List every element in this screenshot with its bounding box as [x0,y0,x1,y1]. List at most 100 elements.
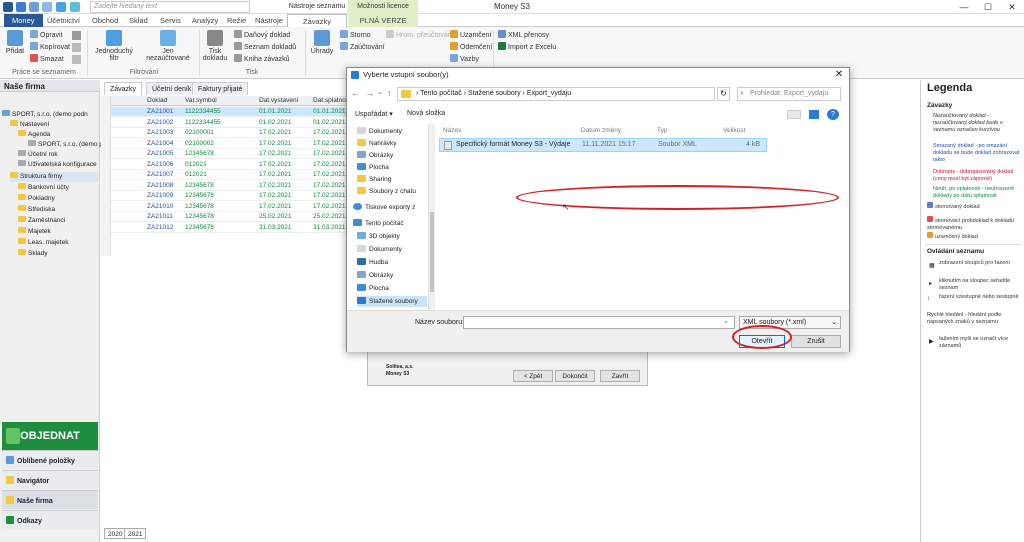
column-header-modified[interactable]: Datum změny [581,127,621,134]
table-row[interactable]: ZA21005 12345678 17.02.2021 17.02.2021 [111,149,361,159]
wizard-finish-button[interactable]: Dokončit [555,370,595,382]
tab-ucetnictvi[interactable]: Účetnictví [42,14,85,27]
breadcrumb-this-pc[interactable]: Tento počítač [420,90,462,97]
order-button[interactable]: OBJEDNAT [2,422,98,451]
column-header-name[interactable]: Název [443,127,461,134]
table-row[interactable]: ZA21006 012021 17.02.2021 17.02.2021 [111,160,361,170]
tab-obchod[interactable]: Obchod [87,14,123,27]
add-button[interactable]: Přidat [4,30,26,55]
table-row[interactable]: ZA21002 1122334455 01.02.2021 01.02.2021 [111,118,361,128]
breadcrumb-export[interactable]: Export_vydaju [527,90,571,97]
tab-analyzy[interactable]: Analýzy [187,14,223,27]
tab-sklad[interactable]: Sklad [124,14,153,27]
table-row[interactable]: ZA21008 12345678 17.02.2021 17.02.2021 [111,181,361,191]
storno-button[interactable]: Storno [340,30,371,40]
file-name-input[interactable] [463,316,735,329]
organize-button[interactable]: Uspořádat ▾ [355,110,393,118]
column-header-size[interactable]: Velikost [723,127,745,134]
quick-search-input[interactable]: Zadejte hledaný text [90,1,250,13]
tab-received-invoices[interactable]: Faktury přijaté [192,82,249,95]
nav-item-downloads[interactable]: Stažené soubory [357,296,427,307]
table-row[interactable]: ZA21010 12345678 17.02.2021 17.02.2021 [111,202,361,212]
nav-item-chat-files[interactable]: Soubory z chatu [357,186,416,197]
link-icon[interactable] [72,31,81,40]
table-row[interactable]: ZA21001 1122334455 01.01.2021 01.01.2021 [111,107,361,117]
edit-button[interactable]: Opravit [30,30,63,40]
our-company-button[interactable]: Naše firma [2,490,98,509]
open-button[interactable]: Otevřít [739,335,785,348]
address-bar[interactable]: › Tento počítač › Stažené soubory › Expo… [397,87,715,101]
tab-liabilities[interactable]: Závazky [104,82,143,95]
tree-item-employees[interactable]: Zaměstnanci [18,216,65,226]
history-dropdown-icon[interactable]: ⌄ [377,88,383,96]
tab-servis[interactable]: Servis [155,14,186,27]
chevron-down-icon[interactable]: ⌄ [723,317,729,325]
minimize-button[interactable]: — [952,0,976,14]
nav-item-3d-objects[interactable]: 3D objekty [357,231,400,242]
file-type-select[interactable]: XML soubory (*.xml) ⌄ [739,316,841,329]
document-list-button[interactable]: Seznam dokladů [234,42,296,52]
column-header-type[interactable]: Typ [657,127,667,134]
tree-item-warehouses[interactable]: Sklady [18,249,48,259]
refresh-icon[interactable]: ↻ [717,87,730,101]
tab-money[interactable]: Money [4,14,43,27]
nav-scrollbar-thumb[interactable] [430,212,434,292]
links-nav-button[interactable]: Odkazy [2,510,98,529]
table-row[interactable]: ZA21011 12345678 25.02.2021 25.02.2021 [111,212,361,222]
table-row[interactable]: ZA21003 02100001 17.02.2021 17.02.2021 [111,128,361,138]
folder-search-input[interactable]: ⌕ Prohledat: Export_vydaju [737,87,841,101]
tree-item-leased-assets[interactable]: Leas. majetek [18,238,68,248]
nav-item-music[interactable]: Hudba [357,257,388,268]
only-unposted-button[interactable]: Jen nezaúčtované [140,30,196,62]
tree-item-bank-accounts[interactable]: Bankovní účty [18,183,69,193]
up-icon[interactable]: ↑ [387,88,392,98]
nav-item-documents[interactable]: Dokumenty [357,126,402,137]
table-row[interactable]: ZA21009 12345678 17.02.2021 17.02.2021 [111,191,361,201]
year-tab-2021[interactable]: 2021 [124,528,147,539]
tab-nastroje[interactable]: Nástroje [250,14,288,27]
tab-journal[interactable]: Účetní deník [146,82,198,95]
column-header-var-symbol[interactable]: Var.symbol [185,96,217,106]
wizard-close-button[interactable]: Zavřít [600,370,640,382]
tree-item-centers[interactable]: Střediska [18,205,55,215]
tax-document-button[interactable]: Daňový doklad [234,30,290,40]
filter-icon[interactable] [56,2,66,12]
tree-item-settings[interactable]: Nastavení [10,120,49,130]
unlock-button[interactable]: Odemčení [450,42,492,52]
tree-item-agenda[interactable]: Agenda [18,130,50,140]
nav-item-pc-desktop[interactable]: Plocha [357,283,389,294]
tree-item-company[interactable]: SPORT, s.r.o. (demo podn [2,110,88,120]
simple-filter-button[interactable]: Jednoduchý filtr [92,30,136,62]
dialog-close-button[interactable]: ✕ [829,68,849,82]
excel-import-button[interactable]: Import z Excelu [498,42,556,52]
table-row[interactable]: ZA21004 02100002 17.02.2021 17.02.2021 [111,139,361,149]
paste-icon[interactable] [72,43,81,52]
nav-item-recordings[interactable]: Nahrávky [357,138,396,149]
tree-item-user-config[interactable]: Uživatelská konfigurace [18,160,97,170]
payments-button[interactable]: Úhrady [309,30,335,55]
favorites-button[interactable]: Oblíbené položky [2,450,98,469]
tab-rezie[interactable]: Režie [222,14,251,27]
tab-zavazky[interactable]: Závazky [287,14,347,27]
print-document-button[interactable]: Tisk dokladu [202,30,228,62]
tree-item-company-structure[interactable]: Struktura firmy [10,172,98,182]
funnel-icon[interactable] [70,2,80,12]
file-row[interactable]: Specifický formát Money S3 - Výdaje 11.1… [439,138,767,152]
nav-item-sharing[interactable]: Sharing [357,174,391,185]
breadcrumb-downloads[interactable]: Stažené soubory [468,90,521,97]
nav-item-desktop[interactable]: Plocha [357,162,389,173]
bulk-reposting-button[interactable]: Hrom. přeúčtování [386,30,454,40]
nav-item-pictures[interactable]: Obrázky [357,150,393,161]
cancel-button[interactable]: Zrušit [791,335,841,348]
posting-button[interactable]: Zaúčtování [340,42,385,52]
save-icon[interactable] [16,2,26,12]
nav-item-this-pc[interactable]: Tento počítač [353,218,404,229]
tab-plna-verze[interactable]: PLNÁ VERZE [348,14,418,27]
nav-item-print-exports[interactable]: Tiskové exporty z [353,202,415,213]
lock-button[interactable]: Uzamčení [450,30,492,40]
tree-item-fiscal-year[interactable]: Účetní rok [18,150,58,160]
copy-button[interactable]: Kopírovat [30,42,70,52]
help-icon[interactable]: ? [827,109,839,120]
wizard-back-button[interactable]: < Zpět [513,370,553,382]
nav-item-pc-documents[interactable]: Dokumenty [357,244,402,255]
